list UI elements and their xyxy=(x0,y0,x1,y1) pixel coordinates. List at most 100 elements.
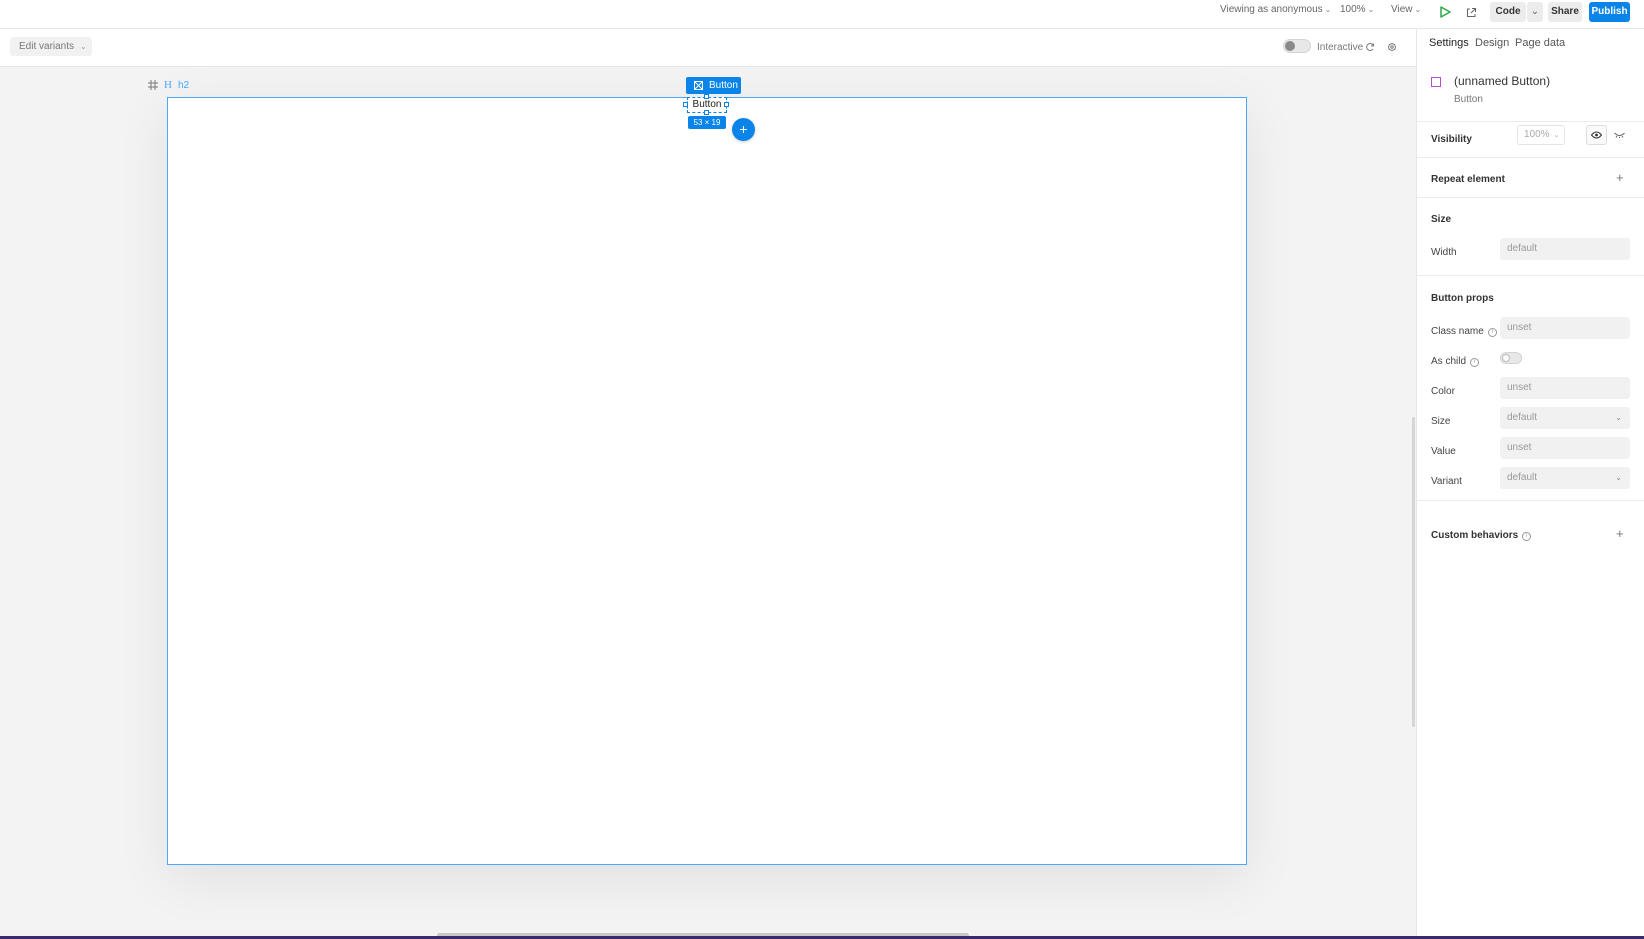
custom-behaviors-title: Custom behaviors i xyxy=(1431,530,1532,541)
element-name[interactable]: (unnamed Button) xyxy=(1454,74,1550,88)
as-child-label: As child i xyxy=(1431,356,1480,367)
external-link-icon xyxy=(1466,7,1476,17)
heading-icon: H xyxy=(164,79,172,91)
add-custom-behavior-button[interactable]: + xyxy=(1616,526,1624,541)
repeat-element-label: Repeat element xyxy=(1431,174,1505,185)
component-icon xyxy=(1431,77,1441,87)
divider xyxy=(1417,500,1644,501)
refresh-icon xyxy=(1366,42,1374,51)
frame-icon xyxy=(148,80,158,90)
toggle-knob xyxy=(1285,41,1295,51)
size-label: Size xyxy=(1431,416,1451,427)
divider xyxy=(1417,121,1644,122)
edit-variants-label: Edit variants xyxy=(19,41,75,52)
as-child-label-text: As child xyxy=(1431,356,1467,367)
toggle-knob xyxy=(1502,354,1510,362)
view-label: View xyxy=(1391,4,1413,15)
width-field[interactable]: default xyxy=(1500,238,1630,260)
resize-handle-bottom[interactable] xyxy=(704,110,709,115)
divider xyxy=(1417,157,1644,158)
color-field[interactable]: unset xyxy=(1500,377,1630,399)
publish-button[interactable]: Publish xyxy=(1589,2,1630,22)
refresh-button[interactable] xyxy=(1360,37,1380,57)
chevron-down-icon: ⌄ xyxy=(1553,132,1560,139)
value-label: Value xyxy=(1431,446,1456,457)
divider xyxy=(1417,275,1644,276)
tab-design[interactable]: Design xyxy=(1475,37,1509,49)
element-type: Button xyxy=(1454,94,1483,105)
add-repeat-button[interactable]: + xyxy=(1616,170,1624,185)
eye-icon xyxy=(1591,131,1602,139)
code-menu-button[interactable]: ⌄ xyxy=(1527,2,1543,22)
size-section-title: Size xyxy=(1431,214,1452,225)
chevron-down-icon: ⌄ xyxy=(1530,6,1540,17)
viewing-as-dropdown[interactable]: Viewing as anonymous ⌄ xyxy=(1220,0,1331,20)
info-icon[interactable]: i xyxy=(1487,328,1497,337)
variant-label: Variant xyxy=(1431,476,1462,487)
selection-tag-label: Button xyxy=(709,80,738,91)
zoom-label: 100% xyxy=(1340,4,1366,15)
plus-icon: + xyxy=(1616,526,1624,541)
selection-tag[interactable]: Button xyxy=(686,77,741,94)
size-readout: 53 × 19 xyxy=(688,116,726,129)
properties-panel: Settings Design Page data (unnamed Butto… xyxy=(1416,29,1644,936)
opacity-dropdown[interactable]: 100% ⌄ xyxy=(1517,125,1565,145)
class-name-field[interactable]: unset xyxy=(1500,317,1630,339)
gear-icon xyxy=(1388,43,1396,51)
custom-behaviors-label: Custom behaviors xyxy=(1431,530,1519,541)
tab-page-data[interactable]: Page data xyxy=(1515,37,1565,49)
interactive-label: Interactive xyxy=(1317,42,1364,53)
edit-variants-dropdown[interactable]: Edit variants ⌄ xyxy=(10,37,92,56)
chevron-down-icon: ⌄ xyxy=(1615,473,1622,482)
hidden-toggle-button[interactable] xyxy=(1609,125,1630,145)
preview-button[interactable] xyxy=(1435,2,1455,22)
zoom-dropdown[interactable]: 100% ⌄ xyxy=(1340,0,1374,20)
button-props-title: Button props xyxy=(1431,293,1494,304)
open-external-button[interactable] xyxy=(1461,2,1481,22)
opacity-value: 100% xyxy=(1524,129,1550,140)
frame-label[interactable]: H h2 xyxy=(148,77,189,93)
divider xyxy=(1417,197,1644,198)
plus-icon: + xyxy=(1616,170,1624,185)
class-name-label: Class name i xyxy=(1431,326,1497,337)
top-toolbar: Viewing as anonymous ⌄ 100% ⌄ View ⌄ Code ⌄… xyxy=(0,0,1644,29)
tab-settings[interactable]: Settings xyxy=(1429,37,1469,49)
chevron-down-icon: ⌄ xyxy=(1324,5,1332,14)
eye-closed-icon xyxy=(1614,132,1625,138)
resize-handle-left[interactable] xyxy=(683,102,688,107)
size-select[interactable]: default ⌄ xyxy=(1500,407,1630,429)
chevron-down-icon: ⌄ xyxy=(80,42,87,51)
info-icon[interactable]: i xyxy=(1470,358,1480,367)
code-button[interactable]: Code xyxy=(1490,2,1526,22)
canvas[interactable]: H h2 Button Button 53 × 19 + xyxy=(0,67,1416,939)
width-label: Width xyxy=(1431,247,1457,258)
chevron-down-icon: ⌄ xyxy=(1367,5,1375,14)
view-dropdown[interactable]: View ⌄ xyxy=(1391,0,1421,20)
add-element-button[interactable]: + xyxy=(732,118,755,141)
info-icon[interactable]: i xyxy=(1522,532,1532,541)
panel-tabs: Settings Design Page data xyxy=(1417,29,1644,57)
element-header: (unnamed Button) Button xyxy=(1417,67,1644,115)
interactive-toggle[interactable] xyxy=(1283,39,1311,53)
size-select-value: default xyxy=(1507,412,1538,423)
component-icon xyxy=(694,81,703,90)
resize-handle-right[interactable] xyxy=(724,102,729,107)
resize-handle-top[interactable] xyxy=(704,94,709,99)
visible-toggle-button[interactable] xyxy=(1586,125,1607,145)
viewing-as-label: Viewing as anonymous xyxy=(1220,4,1323,15)
as-child-toggle[interactable] xyxy=(1500,352,1522,364)
frame-name: h2 xyxy=(177,79,190,91)
play-icon xyxy=(1440,6,1451,18)
vertical-scrollbar[interactable] xyxy=(1412,417,1415,727)
share-button[interactable]: Share xyxy=(1548,2,1582,22)
canvas-toolbar: Edit variants ⌄ Interactive xyxy=(0,29,1416,67)
chevron-down-icon: ⌄ xyxy=(1414,5,1422,14)
canvas-settings-button[interactable] xyxy=(1382,37,1402,57)
artboard[interactable] xyxy=(167,97,1247,865)
visibility-label: Visibility xyxy=(1431,134,1472,145)
value-field[interactable]: unset xyxy=(1500,437,1630,459)
variant-select[interactable]: default ⌄ xyxy=(1500,467,1630,489)
color-label: Color xyxy=(1431,386,1455,397)
chevron-down-icon: ⌄ xyxy=(1615,413,1622,422)
class-name-label-text: Class name xyxy=(1431,326,1484,337)
